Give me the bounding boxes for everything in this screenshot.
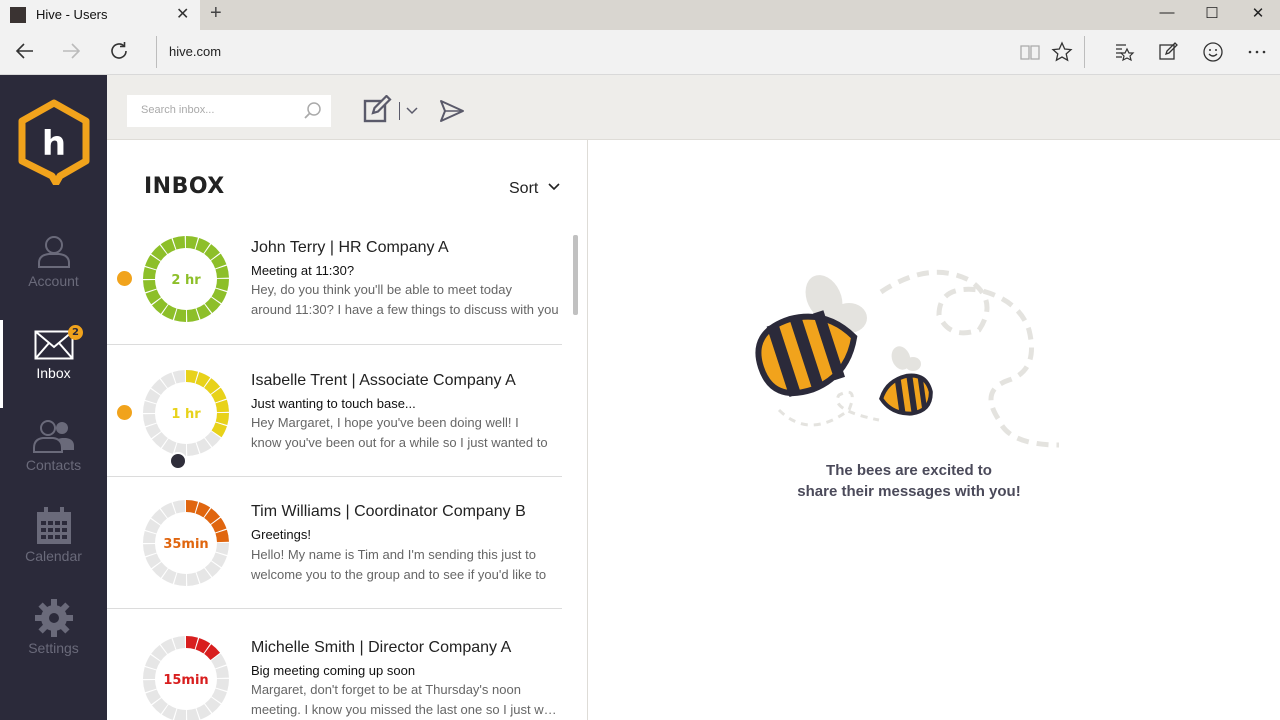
back-button[interactable] <box>12 39 38 65</box>
sidebar-item-label: Inbox <box>36 365 71 381</box>
list-item[interactable]: 35min Tim Williams | Coordinator Company… <box>107 478 562 609</box>
sidebar-item-settings[interactable]: Settings <box>0 595 107 685</box>
forward-arrow-icon <box>63 43 81 59</box>
user-icon <box>38 236 70 268</box>
sidebar-item-contacts[interactable]: Contacts <box>0 412 107 502</box>
sort-label: Sort <box>509 180 539 197</box>
page-title: INBOX <box>144 174 225 199</box>
search-icon[interactable] <box>303 101 323 121</box>
logo-letter: h <box>42 124 66 164</box>
time-label: 15min <box>163 673 208 688</box>
more-options-icon[interactable] <box>1243 38 1271 66</box>
sidebar-item-label: Settings <box>28 640 79 656</box>
compose-icon[interactable] <box>363 95 393 125</box>
forward-button[interactable] <box>58 39 84 65</box>
minimize-button[interactable]: — <box>1152 4 1182 21</box>
inbox-unread-badge: 2 <box>68 325 83 340</box>
url-separator <box>156 36 157 68</box>
message-subject: Meeting at 11:30? <box>251 263 355 278</box>
message-sender: Tim Williams | Coordinator Company B <box>251 503 526 520</box>
time-label: 1 hr <box>171 407 201 422</box>
search-box[interactable]: Search inbox... <box>127 95 331 127</box>
time-label: 2 hr <box>171 273 201 288</box>
gear-icon <box>35 599 73 637</box>
empty-state-message: The bees are excited to share their mess… <box>797 462 1021 500</box>
sidebar-item-account[interactable]: Account <box>0 227 107 317</box>
sidebar-item-calendar[interactable]: Calendar <box>0 503 107 593</box>
toolbar-separator <box>1084 36 1085 68</box>
list-item[interactable]: 15min Michelle Smith | Director Company … <box>107 610 563 720</box>
message-sender: John Terry | HR Company A <box>251 239 449 256</box>
sidebar-item-label: Calendar <box>25 548 82 564</box>
unread-dot <box>117 271 132 286</box>
message-preview: Margaret, don't forget to be at Thursday… <box>251 682 563 717</box>
reading-view-icon[interactable] <box>1016 38 1044 66</box>
sort-dropdown[interactable]: Sort <box>509 180 561 198</box>
list-scrollbar[interactable] <box>573 235 578 315</box>
chevron-down-icon[interactable] <box>405 105 419 117</box>
message-sender: Michelle Smith | Director Company A <box>251 639 512 656</box>
message-preview: Hey Margaret, I hope you've been doing w… <box>251 415 548 450</box>
new-tab-button[interactable]: + <box>210 2 222 25</box>
hub-icon[interactable] <box>1110 38 1138 66</box>
hive-logo-icon[interactable]: h <box>16 99 92 185</box>
browser-titlebar: Hive - Users ✕ + — ☐ ✕ <box>0 0 1280 30</box>
list-item[interactable]: 1 hr Isabelle Trent | Associate Company … <box>107 346 562 477</box>
feedback-smiley-icon[interactable] <box>1199 38 1227 66</box>
search-input[interactable]: Search inbox... <box>141 104 214 116</box>
app-sidebar: h Account 2 Inbox Contacts Calendar Sett… <box>0 75 107 720</box>
refresh-button[interactable] <box>106 39 132 65</box>
calendar-icon <box>37 507 71 544</box>
message-sender: Isabelle Trent | Associate Company A <box>251 372 516 389</box>
drag-handle[interactable] <box>169 452 187 470</box>
time-ring: 15min <box>143 636 229 720</box>
tab-close-icon[interactable]: ✕ <box>176 4 189 23</box>
maximize-button[interactable]: ☐ <box>1197 4 1227 22</box>
favorite-star-icon[interactable] <box>1048 38 1076 66</box>
browser-addressbar: hive.com <box>0 30 1280 75</box>
message-list-pane: INBOX Sort 2 hr John Terry | HR Company … <box>107 140 588 720</box>
send-icon[interactable] <box>439 99 465 123</box>
time-ring: 35min <box>143 500 229 586</box>
sidebar-item-label: Contacts <box>25 457 82 473</box>
url-field[interactable]: hive.com <box>169 44 221 59</box>
message-preview: Hello! My name is Tim and I'm sending th… <box>251 547 547 582</box>
refresh-icon <box>111 42 127 59</box>
back-arrow-icon <box>15 43 33 59</box>
app-toolbar: Search inbox... <box>107 75 1280 140</box>
message-preview: Hey, do you think you'll be able to meet… <box>251 282 559 317</box>
time-ring: 1 hr <box>143 370 229 456</box>
list-item[interactable]: 2 hr John Terry | HR Company A Meeting a… <box>107 214 562 345</box>
message-subject: Greetings! <box>251 527 311 542</box>
reading-pane: The bees are excited to share their mess… <box>589 140 1280 720</box>
time-ring: 2 hr <box>143 236 229 322</box>
tab-favicon-icon <box>10 7 26 23</box>
bees-illustration-icon <box>755 269 1060 448</box>
time-label: 35min <box>163 537 208 552</box>
browser-tab[interactable]: Hive - Users ✕ <box>0 0 200 30</box>
web-note-icon[interactable] <box>1154 38 1182 66</box>
message-subject: Big meeting coming up soon <box>251 663 416 678</box>
message-subject: Just wanting to touch base... <box>251 396 416 411</box>
close-window-button[interactable]: ✕ <box>1243 4 1273 22</box>
chevron-down-icon <box>548 183 560 191</box>
contacts-icon <box>33 420 74 453</box>
unread-dot <box>117 405 132 420</box>
tab-title: Hive - Users <box>36 7 108 22</box>
sidebar-item-inbox[interactable]: 2 Inbox <box>0 320 107 410</box>
compose-divider <box>399 102 400 120</box>
sidebar-item-label: Account <box>28 273 79 289</box>
